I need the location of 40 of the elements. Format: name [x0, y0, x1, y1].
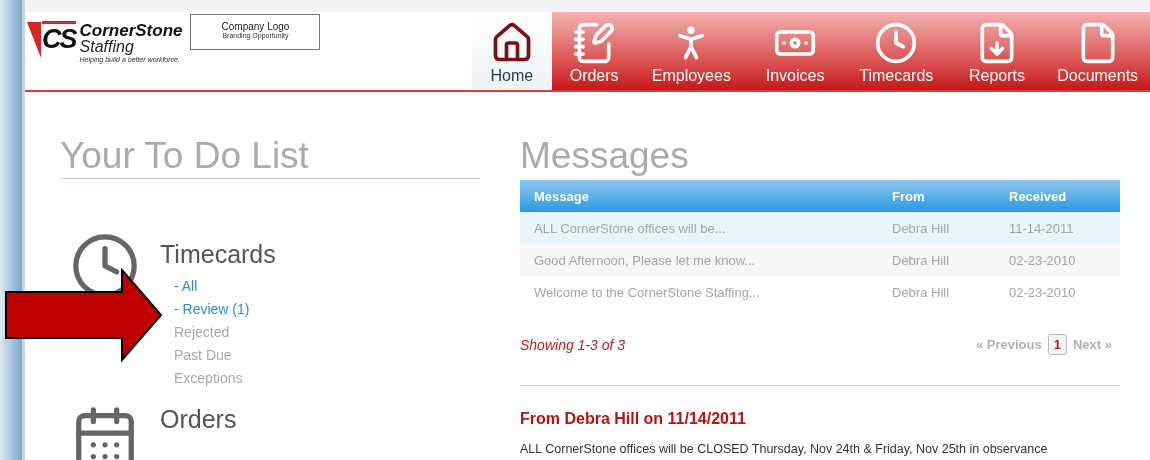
- previous-link[interactable]: « Previous: [975, 337, 1042, 352]
- table-cell-text: Debra Hill: [892, 220, 951, 236]
- page-button[interactable]: 1: [1047, 334, 1067, 355]
- message-heading: From Debra Hill on 11/14/2011: [520, 410, 747, 428]
- next-link[interactable]: Next »: [1072, 337, 1112, 352]
- logo-name: CornerStone: [79, 22, 183, 39]
- logo-subtitle: Staffing: [79, 39, 135, 54]
- todo-link[interactable]: - All: [174, 275, 276, 298]
- table-cell-text: Debra Hill: [892, 284, 951, 300]
- nav-tab[interactable]: Reports: [948, 12, 1046, 90]
- table-cell-text: ALL CornerStone offices will be...: [534, 220, 727, 236]
- todo-link[interactable]: - Review (1): [174, 298, 276, 321]
- clock-icon: [874, 21, 919, 65]
- table-cell-text: 02-23-2010: [1009, 252, 1077, 268]
- table-cell-text: 11-14-2011: [1009, 220, 1075, 236]
- section-title: Orders: [160, 404, 237, 434]
- nav-tab[interactable]: Invoices: [746, 12, 844, 90]
- table-cell-text: Good Afternoon, Please let me know...: [534, 252, 757, 268]
- todo-title: Your To Do List: [60, 134, 310, 178]
- table-cell-text: 02-23-2010: [1009, 284, 1077, 300]
- message-body: ALL CornerStone offices will be CLOSED Thursday, Nov 24th & Friday, Nov 25th in observance: [520, 442, 1049, 457]
- nav-tab[interactable]: Timecards: [843, 12, 949, 90]
- message-row[interactable]: Good Afternoon, Please let me know... Debra Hill 02-23-2010: [520, 244, 1120, 276]
- column-header: From: [892, 188, 926, 204]
- message-row[interactable]: ALL CornerStone offices will be... Debra Hill 11-14-2011: [520, 212, 1120, 244]
- nav-tab[interactable]: Home: [472, 12, 552, 90]
- section-title: Timecards: [160, 239, 276, 269]
- messages-title: Messages: [520, 134, 690, 178]
- nav-tab[interactable]: Employees: [636, 12, 747, 90]
- table-cell-text: Debra Hill: [892, 252, 951, 268]
- column-header: Received: [1009, 188, 1068, 204]
- branding-title: Company Logo: [221, 21, 290, 32]
- nav-tab[interactable]: Orders: [551, 12, 637, 90]
- table-cell-text: Welcome to the CornerStone Staffing...: [534, 284, 761, 300]
- triangle-logo-icon: [27, 22, 41, 58]
- showing-count: Showing 1-3 of 3: [520, 336, 626, 353]
- logo-mark: CS: [42, 21, 76, 55]
- column-header: Message: [534, 188, 590, 204]
- notepad-pencil-icon: [572, 21, 617, 65]
- nav-tab[interactable]: Documents: [1045, 12, 1150, 90]
